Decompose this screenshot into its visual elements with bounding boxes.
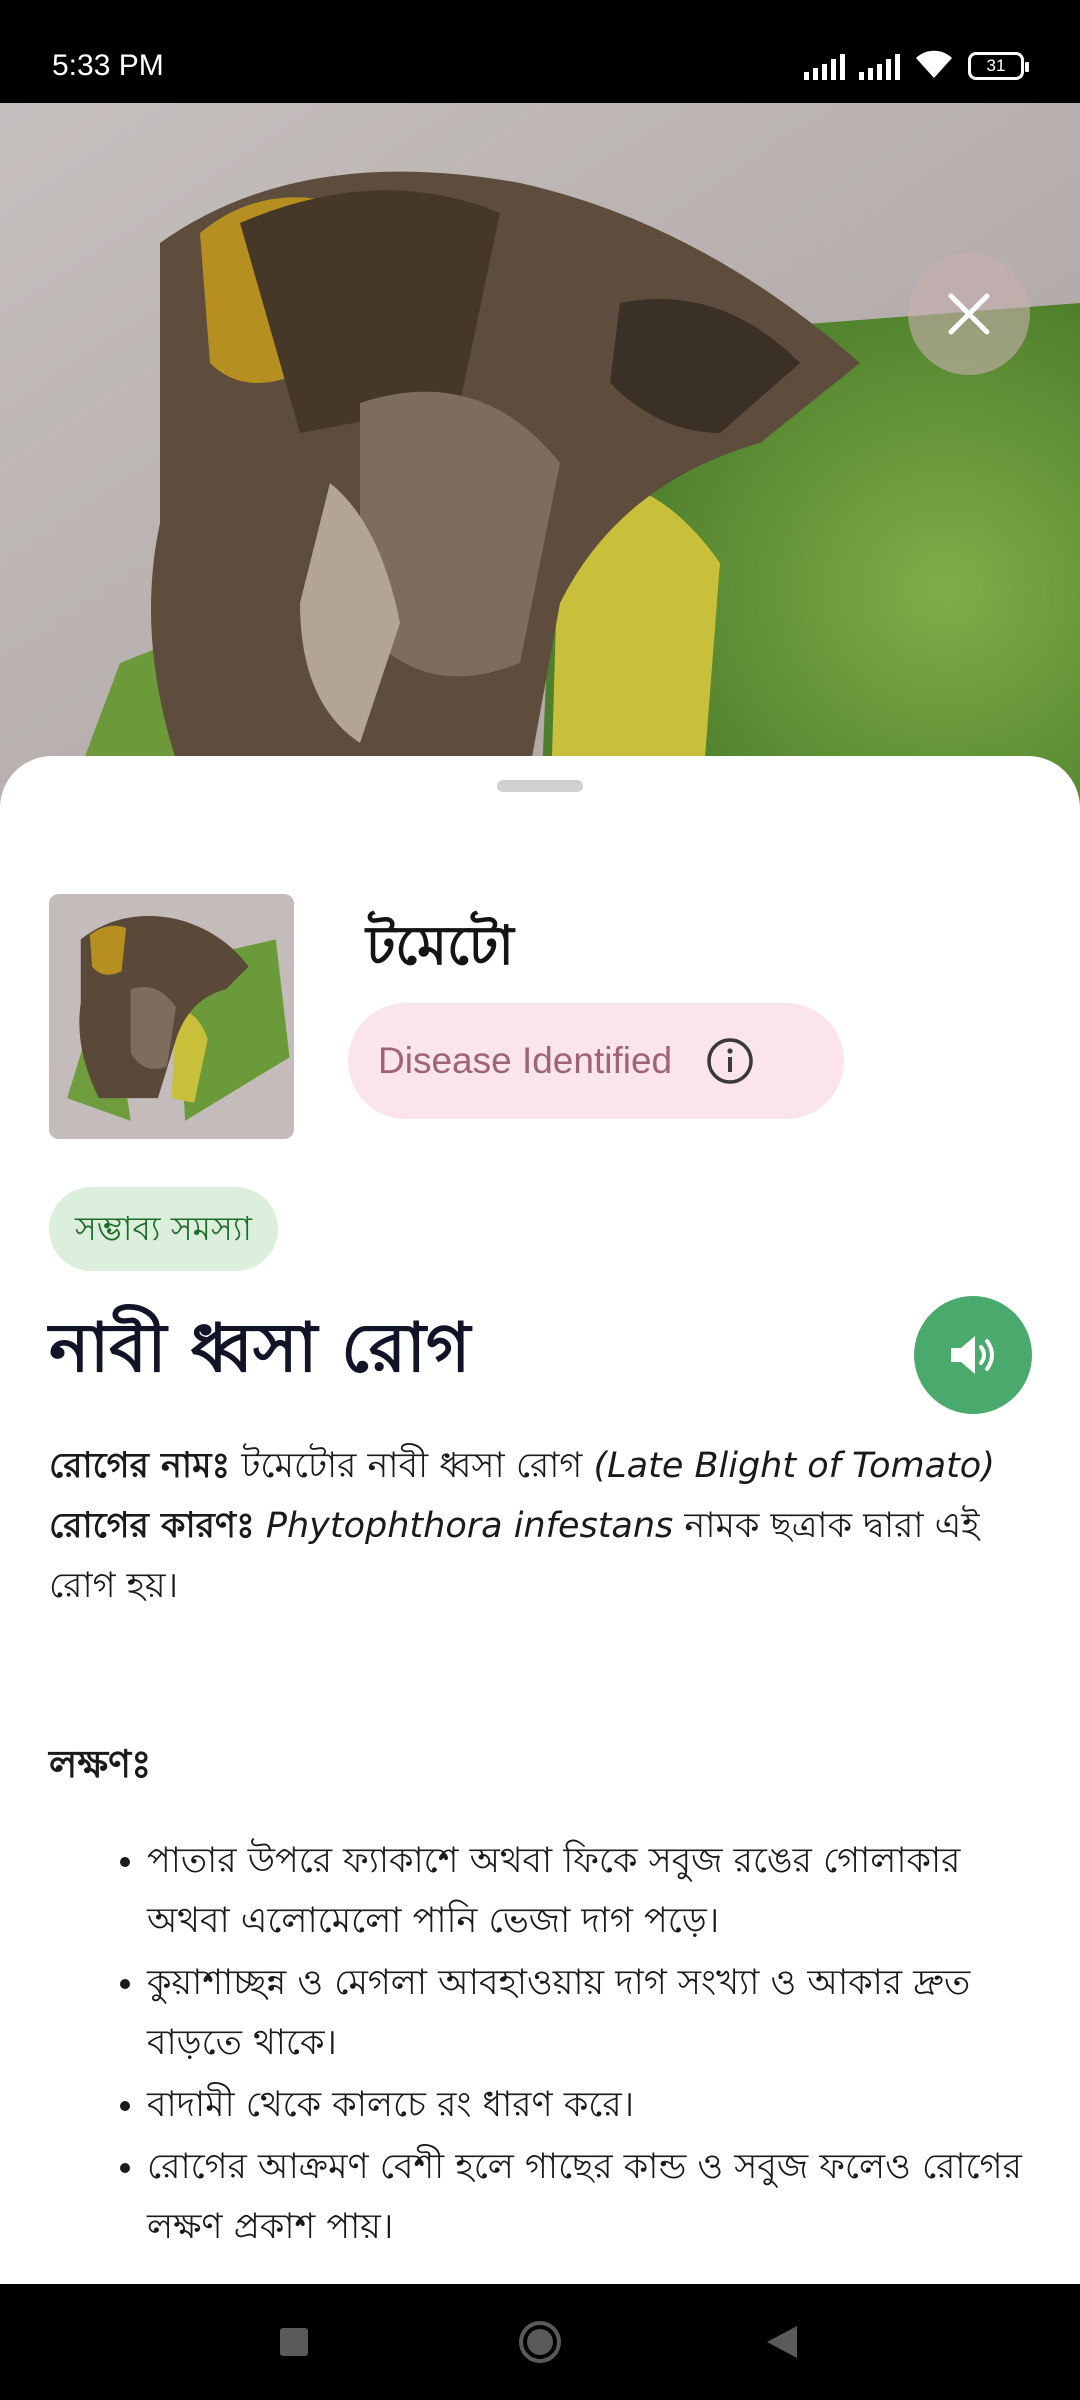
symptom-item: রোগের আক্রমণ বেশী হলে গাছের কান্ড ও সবুজ… [147, 2137, 1029, 2257]
disease-cause-row: রোগের কারণঃ Phytophthora infestans নামক … [49, 1496, 1039, 1616]
signal-icon [804, 52, 845, 80]
symptom-item: কুয়াশাচ্ছন্ন ও মেগলা আবহাওয়ায় দাগ সংখ… [147, 1953, 1029, 2073]
info-icon[interactable] [706, 1037, 754, 1085]
battery-icon: 31 [968, 52, 1029, 80]
disease-name-latin: (Late Blight of Tomato) [593, 1446, 995, 1486]
status-bar: 5:33 PM 31 [0, 0, 1080, 103]
crop-name: টমেটো [366, 914, 514, 977]
speaker-icon [951, 1336, 994, 1374]
close-icon [948, 293, 990, 335]
close-button[interactable] [908, 253, 1030, 375]
status-icons: 31 [804, 48, 1029, 84]
disease-name-text: টমেটোর নাবী ধ্বসা রোগ [230, 1446, 594, 1486]
hero-leaf-image [0, 103, 1080, 823]
app-screen: 5:33 PM 31 টমেটো Disease Identified সম্ভ… [0, 0, 1080, 2400]
disease-status-label: Disease Identified [378, 1040, 673, 1081]
back-icon[interactable] [750, 2310, 814, 2374]
drag-handle[interactable] [497, 780, 583, 792]
result-sheet: টমেটো Disease Identified সম্ভাব্য সমস্যা… [0, 756, 1080, 2286]
disease-status-chip[interactable]: Disease Identified [348, 1003, 844, 1119]
disease-name-label: রোগের নামঃ [49, 1446, 231, 1486]
signal-icon [859, 52, 900, 80]
symptom-item: বাদামী থেকে কালচে রং ধারণ করে। [147, 2075, 1029, 2135]
wifi-icon [914, 48, 954, 84]
disease-cause-label: রোগের কারণঃ [49, 1506, 255, 1546]
navigation-bar [0, 2284, 1080, 2400]
disease-title: নাবী ধ্বসা রোগ [49, 1309, 471, 1388]
possible-problem-chip: সম্ভাব্য সমস্যা [49, 1187, 278, 1271]
disease-details: রোগের নামঃ টমেটোর নাবী ধ্বসা রোগ (Late B… [49, 1436, 1039, 1616]
leaf-photo [0, 103, 1080, 823]
read-aloud-button[interactable] [914, 1296, 1032, 1414]
symptoms-heading: লক্ষণঃ [49, 1742, 152, 1786]
disease-name-row: রোগের নামঃ টমেটোর নাবী ধ্বসা রোগ (Late B… [49, 1436, 1039, 1496]
battery-level: 31 [986, 56, 1006, 75]
recents-icon[interactable] [262, 2310, 326, 2374]
home-icon[interactable] [508, 2310, 572, 2374]
leaf-thumbnail-image [49, 894, 294, 1139]
symptom-item: পাতার উপরে ফ্যাকাশে অথবা ফিকে সবুজ রঙের … [147, 1831, 1029, 1951]
symptoms-list: পাতার উপরে ফ্যাকাশে অথবা ফিকে সবুজ রঙের … [49, 1831, 1029, 2259]
leaf-thumbnail [49, 894, 294, 1139]
disease-cause-latin: Phytophthora infestans [254, 1506, 674, 1546]
status-time: 5:33 PM [52, 49, 164, 82]
